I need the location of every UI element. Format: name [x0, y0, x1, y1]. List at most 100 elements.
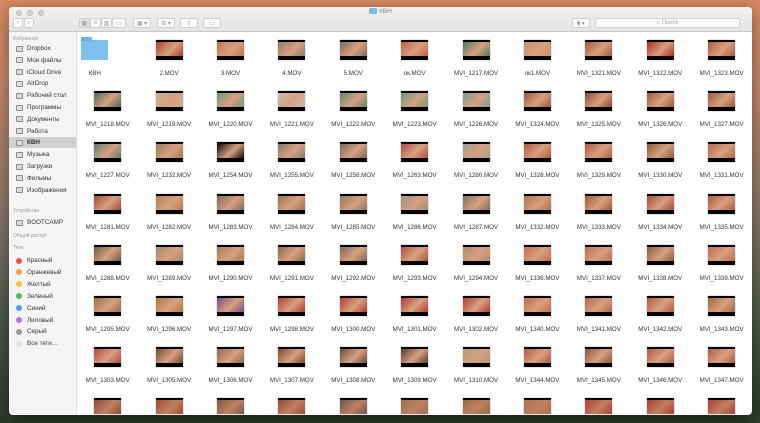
action-gear-dropdown[interactable]: ⚙ ▾ — [157, 18, 175, 28]
file-item[interactable]: MVI_1284.MOV — [261, 193, 322, 245]
column-view-button[interactable]: ▥ — [101, 18, 112, 28]
file-item[interactable] — [691, 398, 752, 415]
file-item[interactable]: MVI_1321.MOV — [568, 40, 629, 91]
file-item[interactable]: MVI_1306.MOV — [200, 347, 261, 398]
file-item[interactable]: MVI_1290.MOV — [200, 244, 261, 296]
file-grid-area[interactable]: КВН 2.MOV 3.MOV 4.MOV 5.MOV ок.MOV MVI_1217.MO… — [77, 32, 752, 415]
file-item[interactable]: MVI_1296.MOV — [138, 295, 199, 347]
file-item[interactable]: MVI_1333.MOV — [568, 193, 629, 245]
file-item[interactable] — [384, 398, 445, 415]
file-item[interactable]: 5.MOV — [323, 40, 384, 91]
file-item[interactable]: MVI_1343.MOV — [691, 295, 752, 347]
sidebar-tag[interactable]: Красный — [9, 255, 76, 266]
file-item[interactable]: MVI_1223.MOV — [384, 91, 445, 142]
file-item[interactable]: MVI_1258.MOV — [323, 142, 384, 193]
file-item[interactable]: MVI_1255.MOV — [261, 142, 322, 193]
file-item[interactable]: MVI_1338.MOV — [630, 244, 691, 296]
file-item[interactable] — [445, 398, 506, 415]
sidebar-tag[interactable]: Зеленый — [9, 291, 76, 302]
file-item[interactable]: MVI_1335.MOV — [691, 193, 752, 245]
file-item[interactable]: MVI_1298.MOV — [261, 295, 322, 347]
sidebar-tag[interactable]: Желтый — [9, 279, 76, 290]
file-item[interactable]: MVI_1217.MOV — [445, 40, 506, 91]
file-item[interactable]: MVI_1218.MOV — [77, 91, 138, 142]
sidebar-item[interactable]: Документы — [9, 114, 76, 125]
file-item[interactable]: MVI_1281.MOV — [77, 193, 138, 245]
file-item[interactable]: MVI_1263.MOV — [384, 142, 445, 193]
dropbox-dropdown[interactable]: ⧫ ▾ — [572, 18, 590, 28]
file-item[interactable]: MVI_1294.MOV — [445, 244, 506, 296]
file-item[interactable]: MVI_1254.MOV — [200, 142, 261, 193]
file-item[interactable]: MVI_1292.MOV — [323, 244, 384, 296]
file-item[interactable]: MVI_1339.MOV — [691, 244, 752, 296]
sidebar-tag[interactable]: Оранжевый — [9, 267, 76, 278]
file-item[interactable]: MVI_1285.MOV — [323, 193, 384, 245]
file-item[interactable]: MVI_1324.MOV — [507, 91, 568, 142]
sidebar-item[interactable]: iCloud Drive — [9, 67, 76, 78]
file-item[interactable] — [138, 398, 199, 415]
file-item[interactable]: MVI_1329.MOV — [568, 142, 629, 193]
sidebar-tag[interactable]: Синий — [9, 303, 76, 314]
file-item[interactable]: ок.MOV — [384, 40, 445, 91]
sidebar-tag[interactable]: Все теги… — [9, 338, 76, 349]
sidebar-item[interactable]: КВН — [9, 137, 76, 149]
sidebar-item[interactable]: Работа — [9, 126, 76, 137]
sidebar-tag[interactable]: Лиловый — [9, 315, 76, 326]
file-item[interactable]: MVI_1307.MOV — [261, 347, 322, 398]
file-item[interactable]: MVI_1283.MOV — [200, 193, 261, 245]
list-view-button[interactable]: ≡ — [90, 18, 101, 28]
file-item[interactable]: MVI_1219.MOV — [138, 91, 199, 142]
forward-button[interactable]: › — [24, 18, 34, 28]
file-item[interactable] — [568, 398, 629, 415]
sidebar-item[interactable]: Музыка — [9, 149, 76, 160]
file-item[interactable]: MVI_1337.MOV — [568, 244, 629, 296]
arrange-dropdown[interactable]: ▦ ▾ — [133, 18, 151, 28]
file-item[interactable]: MVI_1308.MOV — [323, 347, 384, 398]
file-item[interactable]: MVI_1286.MOV — [384, 193, 445, 245]
file-item[interactable]: MVI_1326.MOV — [630, 91, 691, 142]
file-item[interactable] — [261, 398, 322, 415]
share-button[interactable]: ⇧ — [180, 18, 198, 28]
file-item[interactable]: MVI_1344.MOV — [507, 347, 568, 398]
file-item[interactable]: MVI_1227.MOV — [77, 142, 138, 193]
back-button[interactable]: ‹ — [13, 18, 23, 28]
sidebar-item[interactable]: Изображения — [9, 185, 76, 196]
file-item[interactable]: MVI_1305.MOV — [138, 347, 199, 398]
sidebar-item[interactable]: AirDrop — [9, 78, 76, 89]
file-item[interactable]: MVI_1328.MOV — [507, 142, 568, 193]
file-item[interactable]: MVI_1331.MOV — [691, 142, 752, 193]
file-item[interactable] — [630, 398, 691, 415]
file-item[interactable]: MVI_1342.MOV — [630, 295, 691, 347]
file-item[interactable]: MVI_1341.MOV — [568, 295, 629, 347]
file-item[interactable]: MVI_1323.MOV — [691, 40, 752, 91]
file-item[interactable] — [200, 398, 261, 415]
file-item[interactable]: MVI_1300.MOV — [323, 295, 384, 347]
icon-view-button[interactable]: ▦ — [79, 18, 90, 28]
file-item[interactable] — [323, 398, 384, 415]
file-item[interactable]: MVI_1346.MOV — [630, 347, 691, 398]
file-item[interactable]: MVI_1340.MOV — [507, 295, 568, 347]
file-item[interactable]: MVI_1302.MOV — [445, 295, 506, 347]
file-item[interactable]: MVI_1291.MOV — [261, 244, 322, 296]
file-item[interactable]: MVI_1310.MOV — [445, 347, 506, 398]
file-item[interactable]: MVI_1303.MOV — [77, 347, 138, 398]
file-item[interactable]: MVI_1222.MOV — [323, 91, 384, 142]
file-item[interactable]: MVI_1309.MOV — [384, 347, 445, 398]
file-item[interactable]: MVI_1336.MOV — [507, 244, 568, 296]
sidebar-item[interactable]: Рабочий стол — [9, 90, 76, 101]
sidebar-tag[interactable]: Серый — [9, 326, 76, 337]
sidebar-item[interactable]: Программы — [9, 102, 76, 113]
file-item[interactable]: MVI_1301.MOV — [384, 295, 445, 347]
file-item[interactable]: ок1.MOV — [507, 40, 568, 91]
file-item[interactable]: MVI_1232.MOV — [138, 142, 199, 193]
file-item[interactable]: MVI_1287.MOV — [445, 193, 506, 245]
file-item[interactable]: MVI_1226.MOV — [445, 91, 506, 142]
file-item[interactable]: MVI_1221.MOV — [261, 91, 322, 142]
file-item[interactable]: MVI_1325.MOV — [568, 91, 629, 142]
file-item[interactable]: MVI_1220.MOV — [200, 91, 261, 142]
sidebar-item[interactable]: Dropbox — [9, 43, 76, 54]
sidebar-item-device[interactable]: BOOTCAMP — [9, 217, 76, 228]
file-item[interactable]: MVI_1330.MOV — [630, 142, 691, 193]
file-item[interactable]: MVI_1295.MOV — [77, 295, 138, 347]
file-item[interactable]: MVI_1297.MOV — [200, 295, 261, 347]
